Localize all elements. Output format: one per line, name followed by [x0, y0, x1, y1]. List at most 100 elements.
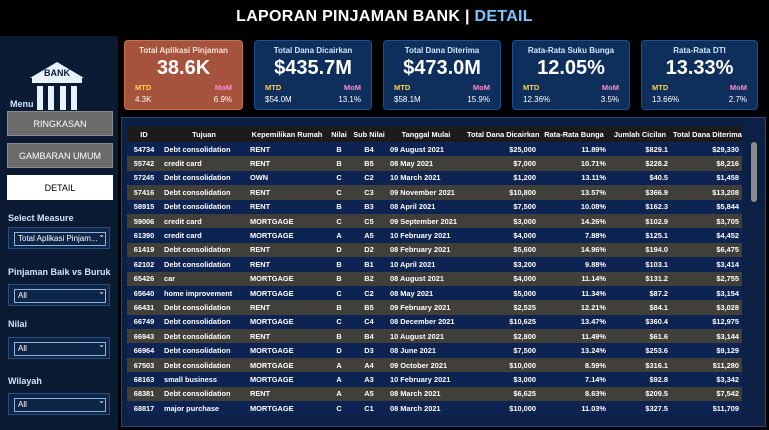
table-cell: C2 — [364, 173, 374, 183]
table-cell: RENT — [250, 302, 271, 312]
column-header[interactable]: Total Dana Dicairkan — [465, 126, 540, 142]
table-row[interactable]: 66749 Debt consolidation MORTGAGE C C4 08 Dec… — [127, 314, 742, 330]
table-cell: car — [164, 274, 176, 284]
kpi-mom-value: 15.9% — [467, 95, 490, 104]
measure-select[interactable]: Total Aplikasi Pinjam... ⌄ — [8, 227, 110, 249]
kpi-mtd-value: 13.66% — [652, 95, 680, 104]
column-header[interactable]: Jumlah Cicilan — [609, 126, 671, 142]
column-header[interactable]: Nilai — [327, 126, 351, 142]
column-header[interactable]: Rata-Rata Bunga — [539, 126, 609, 142]
nav-gambaran-umum-button[interactable]: GAMBARAN UMUM — [7, 143, 113, 168]
table-row[interactable]: 68817 major purchase MORTGAGE C C1 08 March 2… — [127, 401, 742, 416]
table-cell: B — [336, 202, 342, 212]
column-header[interactable]: ID — [127, 126, 161, 142]
table-cell: B5 — [364, 159, 374, 169]
table-cell: $10,800 — [509, 187, 536, 197]
table-cell: RENT — [250, 259, 271, 269]
table-cell: 57245 — [133, 173, 155, 183]
table-cell: A — [336, 360, 342, 370]
table-cell: $3,414 — [716, 259, 739, 269]
table-row[interactable]: 65640 home improvement MORTGAGE C C2 08 May 2… — [127, 285, 742, 301]
table-cell: $29,330 — [712, 144, 739, 154]
table-cell: Debt consolidation — [164, 360, 231, 370]
table-row[interactable]: 66431 Debt consolidation RENT B B5 09 Februar… — [127, 300, 742, 315]
table-cell: A5 — [364, 231, 374, 241]
table-cell: RENT — [250, 245, 271, 255]
table-cell: $10,625 — [509, 317, 536, 327]
kpi-card-total-aplikasi[interactable]: Total Aplikasi Pinjaman 38.6K MTD MoM 4.… — [124, 40, 243, 110]
chevron-down-icon: ⌄ — [98, 340, 105, 349]
wilayah-select[interactable]: All ⌄ — [8, 393, 110, 415]
baik-buruk-select[interactable]: All ⌄ — [8, 284, 110, 306]
table-row[interactable]: 67503 Debt consolidation MORTGAGE A A4 09 Oct… — [127, 357, 742, 373]
table-cell: $5,600 — [513, 245, 536, 255]
kpi-card-dana-dicairkan[interactable]: Total Dana Dicairkan $435.7M MTD MoM $54… — [254, 40, 372, 110]
table-cell: B4 — [364, 144, 374, 154]
table-cell: Debt consolidation — [164, 346, 231, 356]
table-cell: C3 — [364, 187, 374, 197]
table-cell: MORTGAGE — [250, 288, 294, 298]
table-cell: home improvement — [164, 288, 233, 298]
table-cell: 09 February 2021 — [390, 302, 451, 312]
loan-detail-table-viewport[interactable]: ID Tujuan Kepemilikan Rumah Nilai Sub Nilai T… — [127, 126, 742, 422]
nilai-select[interactable]: All ⌄ — [8, 337, 110, 359]
kpi-mom-value: 2.7% — [728, 95, 747, 104]
table-row[interactable]: 58915 Debt consolidation RENT B B3 08 April 2… — [127, 199, 742, 214]
kpi-title: Total Aplikasi Pinjaman — [139, 46, 228, 55]
column-header[interactable]: Tujuan — [161, 126, 247, 142]
scrollbar-thumb[interactable] — [751, 142, 757, 202]
table-row[interactable]: 61390 credit card MORTGAGE A A5 10 February 2… — [127, 228, 742, 243]
table-row[interactable]: 68381 Debt consolidation RENT A A5 08 March 2… — [127, 386, 742, 402]
table-cell: 59006 — [133, 216, 155, 226]
kpi-mom-value: 3.5% — [600, 95, 619, 104]
table-row[interactable]: 65426 car MORTGAGE B B2 08 August 2021 $4,000 1… — [127, 271, 742, 286]
column-header[interactable]: Kepemilikan Rumah — [247, 126, 327, 142]
table-cell: A5 — [364, 389, 374, 399]
table-cell: $10,000 — [509, 360, 536, 370]
kpi-mtd-label: MTD — [523, 83, 540, 92]
table-cell: 10 April 2021 — [390, 259, 436, 269]
column-header[interactable]: Sub Nilai — [351, 126, 387, 142]
table-row[interactable]: 61419 Debt consolidation RENT D D2 08 Februar… — [127, 242, 742, 258]
column-header[interactable]: Tanggal Mulai — [387, 126, 465, 142]
kpi-value: 12.05% — [537, 57, 605, 79]
table-cell: $7,542 — [716, 389, 739, 399]
table-cell: MORTGAGE — [250, 216, 294, 226]
table-row[interactable]: 66964 Debt consolidation MORTGAGE D D3 08 Jun… — [127, 343, 742, 358]
table-row[interactable]: 55742 credit card RENT B B5 08 May 2021 $7,000… — [127, 156, 742, 171]
column-header[interactable]: Total Dana Diterima — [671, 126, 742, 142]
table-cell: $40.5 — [649, 173, 669, 183]
kpi-card-dana-diterima[interactable]: Total Dana Diterima $473.0M MTD MoM $58.… — [383, 40, 501, 110]
table-row[interactable]: 57416 Debt consolidation RENT C C3 09 Novembe… — [127, 185, 742, 200]
table-cell: B — [336, 331, 342, 341]
table-row[interactable]: 62102 Debt consolidation RENT B B1 10 April 2… — [127, 257, 742, 272]
table-cell: $366.9 — [645, 187, 668, 197]
table-cell: $7,000 — [513, 159, 536, 169]
kpi-card-suku-bunga[interactable]: Rata-Rata Suku Bunga 12.05% MTD MoM 12.3… — [512, 40, 630, 110]
title-bar: LAPORAN PINJAMAN BANK | DETAIL — [0, 0, 769, 36]
table-row[interactable]: 59006 credit card MORTGAGE C C5 09 September … — [127, 213, 742, 229]
baik-buruk-select-value: All — [14, 289, 106, 303]
table-row[interactable]: 57245 Debt consolidation OWN C C2 10 March 20… — [127, 170, 742, 186]
nav-ringkasan-button[interactable]: RINGKASAN — [7, 111, 113, 136]
table-cell: 65426 — [133, 274, 155, 284]
table-cell: 13.47% — [580, 317, 606, 327]
table-cell: 08 April 2021 — [390, 202, 436, 212]
table-row[interactable]: 68163 small business MORTGAGE A A3 10 Februar… — [127, 372, 742, 387]
table-cell: $84.1 — [649, 302, 669, 312]
table-cell: C — [336, 288, 342, 298]
table-cell: Debt consolidation — [164, 173, 231, 183]
table-cell: small business — [164, 374, 217, 384]
table-cell: $3,154 — [716, 288, 739, 298]
kpi-card-dti[interactable]: Rata-Rata DTI 13.33% MTD MoM 13.66% 2.7% — [641, 40, 758, 110]
loan-detail-table: ID Tujuan Kepemilikan Rumah Nilai Sub Nilai T… — [127, 126, 742, 416]
table-cell: Debt consolidation — [164, 259, 231, 269]
table-row[interactable]: 66943 Debt consolidation RENT B B4 10 August … — [127, 329, 742, 344]
table-cell: 13.11% — [581, 173, 606, 183]
table-cell: B — [336, 259, 342, 269]
nav-detail-button[interactable]: DETAIL — [7, 175, 113, 200]
table-row[interactable]: 54734 Debt consolidation RENT B B4 09 August … — [127, 142, 742, 157]
table-cell: D3 — [364, 346, 374, 356]
table-cell: C — [336, 403, 342, 413]
table-cell: $162.3 — [645, 202, 668, 212]
